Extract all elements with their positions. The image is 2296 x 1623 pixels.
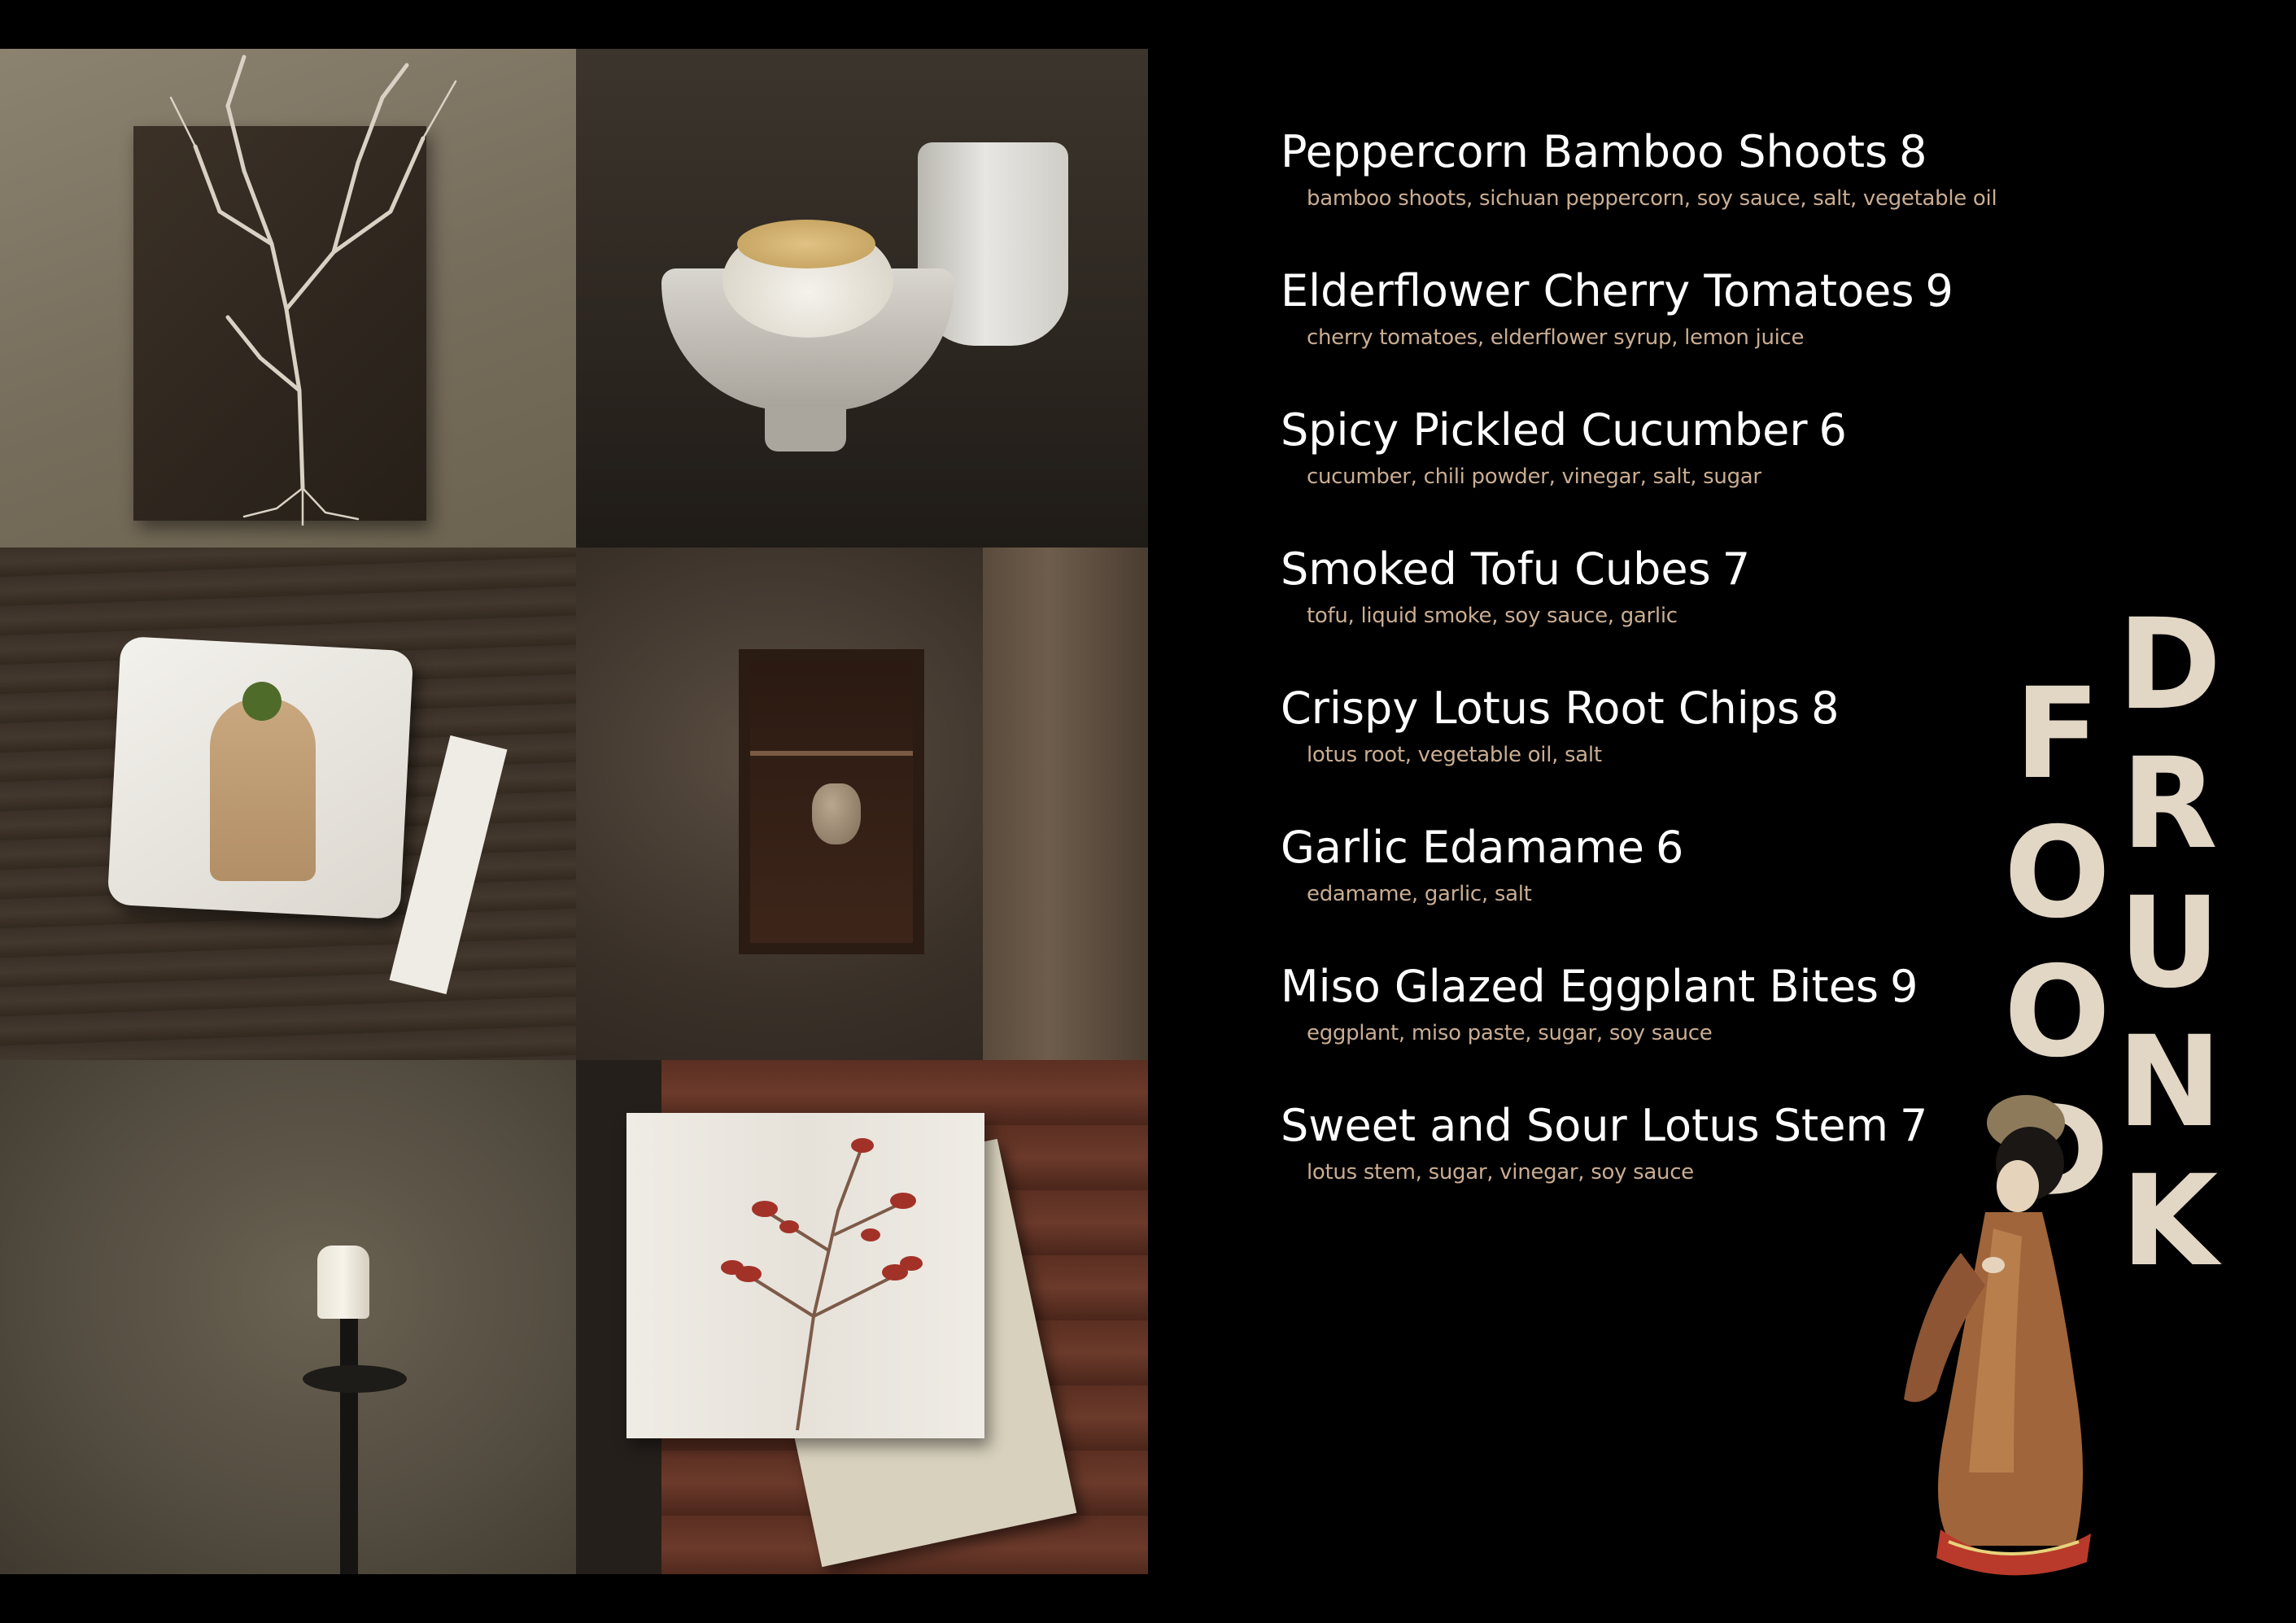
menu-item-name: Peppercorn Bamboo Shoots bbox=[1281, 126, 1888, 177]
menu-item-price: 9 bbox=[1925, 265, 1953, 316]
menu-item-name: Crispy Lotus Root Chips bbox=[1281, 683, 1801, 734]
menu-item-name: Miso Glazed Eggplant Bites bbox=[1281, 961, 1879, 1012]
menu-item-name: Sweet and Sour Lotus Stem bbox=[1281, 1100, 1889, 1151]
menu-item: Peppercorn Bamboo Shoots 8 bamboo shoots,… bbox=[1281, 126, 2094, 265]
photo-rice-bowl bbox=[576, 49, 1148, 548]
menu-item-title: Crispy Lotus Root Chips 8 bbox=[1281, 683, 2094, 735]
photo-branch-board bbox=[0, 49, 576, 548]
menu-item-name: Elderflower Cherry Tomatoes bbox=[1281, 265, 1914, 316]
wall-panel bbox=[983, 548, 1148, 1060]
red-leaf-branch-illustration bbox=[721, 1138, 923, 1431]
rice-topping bbox=[737, 220, 875, 268]
menu-item: Elderflower Cherry Tomatoes 9 cherry toma… bbox=[1281, 265, 2094, 404]
photo-candle bbox=[0, 1060, 576, 1574]
menu-item: Miso Glazed Eggplant Bites 9 eggplant, mi… bbox=[1281, 961, 2094, 1100]
menu-item: Garlic Edamame 6 edamame, garlic, salt bbox=[1281, 822, 2094, 961]
leaf-garnish bbox=[242, 682, 282, 721]
menu-item-name: Garlic Edamame bbox=[1281, 822, 1645, 873]
menu-page: Peppercorn Bamboo Shoots 8 bamboo shoots,… bbox=[0, 0, 2296, 1623]
menu-item: Smoked Tofu Cubes 7 tofu, liquid smoke, s… bbox=[1281, 543, 2094, 683]
gourd-dessert bbox=[210, 698, 316, 881]
candle-holder-stem bbox=[340, 1319, 358, 1574]
menu-item-ingredients: bamboo shoots, sichuan peppercorn, soy s… bbox=[1307, 186, 1997, 211]
menu-item-title: Smoked Tofu Cubes 7 bbox=[1281, 543, 2094, 596]
menu-item-price: 7 bbox=[1722, 543, 1751, 595]
menu-item-ingredients: tofu, liquid smoke, soy sauce, garlic bbox=[1307, 604, 1678, 628]
menu-item-price: 8 bbox=[1899, 126, 1927, 177]
menu-list: Peppercorn Bamboo Shoots 8 bamboo shoots,… bbox=[1281, 126, 2094, 1239]
menu-item-ingredients: eggplant, miso paste, sugar, soy sauce bbox=[1307, 1021, 1713, 1045]
menu-item-title: Miso Glazed Eggplant Bites 9 bbox=[1281, 961, 2094, 1013]
menu-item-title: Peppercorn Bamboo Shoots 8 bbox=[1281, 126, 2094, 178]
bowl-foot bbox=[765, 407, 846, 452]
photo-menu-booklet bbox=[576, 1060, 1148, 1574]
menu-item-price: 9 bbox=[1890, 961, 1918, 1012]
menu-item-ingredients: cherry tomatoes, elderflower syrup, lemo… bbox=[1307, 325, 1805, 350]
menu-item-name: Smoked Tofu Cubes bbox=[1281, 543, 1711, 595]
menu-item-ingredients: lotus root, vegetable oil, salt bbox=[1307, 743, 1602, 767]
menu-booklet bbox=[626, 1113, 984, 1438]
candle bbox=[317, 1246, 369, 1319]
candle-holder-plate bbox=[303, 1365, 407, 1393]
niche-shelf bbox=[750, 751, 913, 756]
menu-item-ingredients: cucumber, chili powder, vinegar, salt, s… bbox=[1307, 465, 1761, 489]
branch-illustration bbox=[169, 55, 457, 526]
menu-item-title: Garlic Edamame 6 bbox=[1281, 822, 2094, 874]
menu-item: Crispy Lotus Root Chips 8 lotus root, veg… bbox=[1281, 683, 2094, 822]
menu-item: Spicy Pickled Cucumber 6 cucumber, chili … bbox=[1281, 404, 2094, 543]
menu-item-price: 6 bbox=[1818, 404, 1847, 456]
photo-wall-niche bbox=[576, 548, 1148, 1060]
menu-item-title: Spicy Pickled Cucumber 6 bbox=[1281, 404, 2094, 456]
menu-item-price: 6 bbox=[1656, 822, 1684, 873]
photo-dessert-plate bbox=[0, 548, 576, 1060]
clay-pot bbox=[812, 783, 861, 844]
menu-item-title: Elderflower Cherry Tomatoes 9 bbox=[1281, 265, 2094, 317]
menu-item-price: 8 bbox=[1811, 683, 1840, 734]
photo-grid bbox=[0, 49, 1148, 1574]
menu-item-name: Spicy Pickled Cucumber bbox=[1281, 404, 1808, 456]
menu-item-ingredients: edamame, garlic, salt bbox=[1307, 882, 1532, 906]
figure-illustration bbox=[1904, 1095, 2091, 1576]
